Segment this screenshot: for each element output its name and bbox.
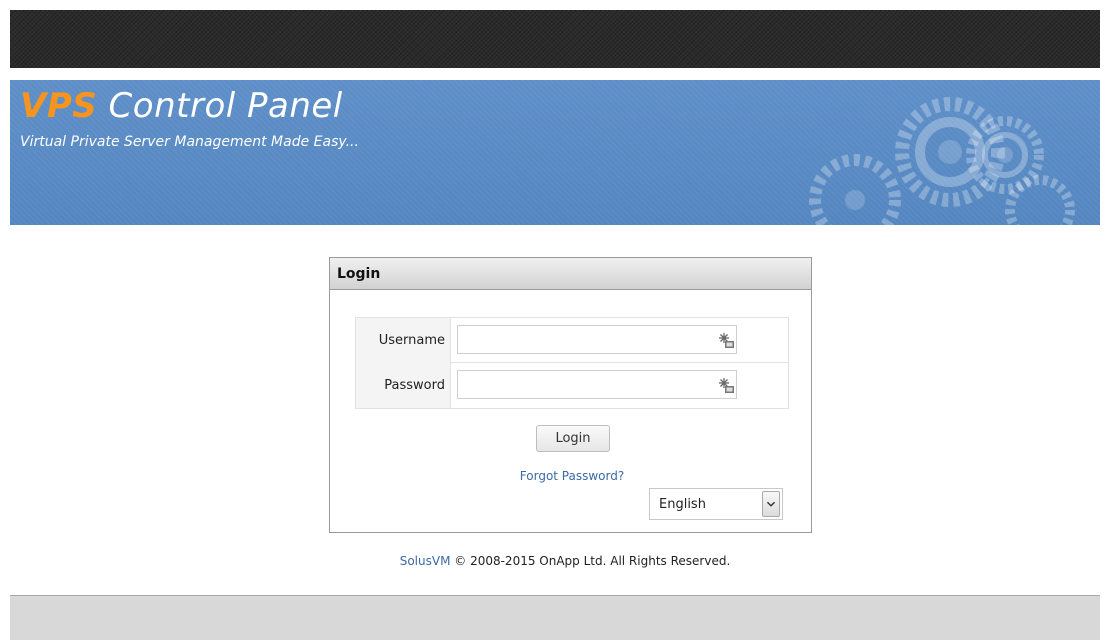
- top-bar: [10, 10, 1100, 68]
- username-row: Username: [356, 318, 788, 363]
- chevron-down-icon[interactable]: [762, 491, 780, 517]
- brand-tagline: Virtual Private Server Management Made E…: [20, 134, 359, 150]
- password-manager-key-icon[interactable]: [718, 332, 734, 348]
- username-input[interactable]: [457, 325, 737, 354]
- header-banner: VPS Control Panel Virtual Private Server…: [10, 80, 1100, 225]
- username-label: Username: [356, 318, 451, 363]
- login-panel: Login Username Password Login Forgot Pas…: [329, 257, 812, 533]
- login-heading: Login: [330, 258, 811, 290]
- password-label: Password: [356, 363, 451, 408]
- forgot-password-link[interactable]: Forgot Password?: [512, 469, 632, 483]
- brand-title: VPS Control Panel: [20, 86, 343, 126]
- brand-prefix: VPS: [20, 86, 98, 126]
- language-selected-value: English: [659, 497, 706, 512]
- bottom-bar: [10, 595, 1100, 640]
- language-select[interactable]: English: [649, 488, 783, 520]
- password-row: Password: [356, 363, 788, 408]
- password-manager-key-icon[interactable]: [718, 377, 734, 393]
- solusvm-link[interactable]: SolusVM: [400, 554, 451, 568]
- login-form: Username Password: [355, 317, 789, 409]
- copyright-text: © 2008-2015 OnApp Ltd. All Rights Reserv…: [450, 554, 731, 568]
- brand-rest: Control Panel: [97, 86, 343, 126]
- login-button[interactable]: Login: [536, 425, 610, 452]
- password-input[interactable]: [457, 370, 737, 399]
- gears-icon: [809, 97, 1075, 225]
- footer-copyright: SolusVM © 2008-2015 OnApp Ltd. All Right…: [0, 554, 1110, 568]
